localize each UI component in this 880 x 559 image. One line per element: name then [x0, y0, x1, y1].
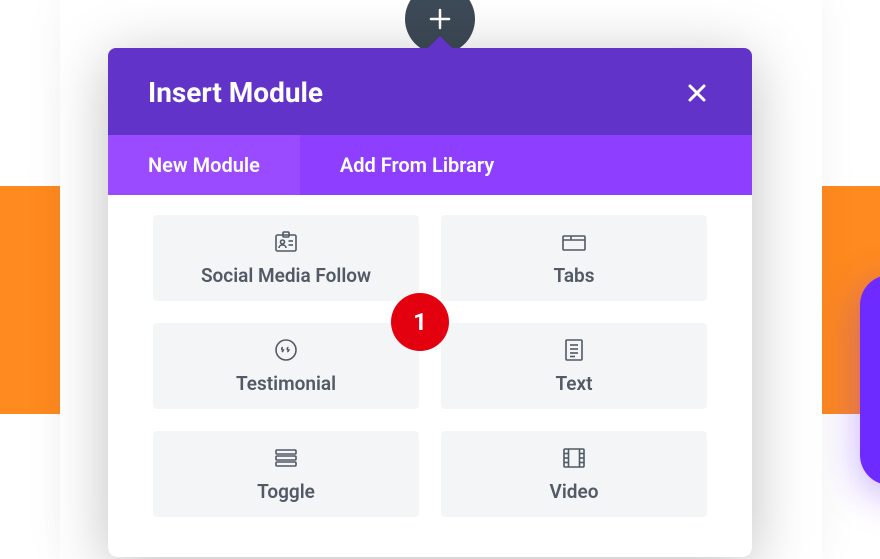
- module-testimonial[interactable]: Testimonial 1: [153, 323, 419, 409]
- tabs-icon: [561, 230, 587, 254]
- plus-icon: [429, 8, 451, 30]
- module-text[interactable]: Text: [441, 323, 707, 409]
- insert-module-modal: Insert Module New Module Add From Librar…: [108, 48, 752, 557]
- id-badge-icon: [274, 230, 298, 254]
- tab-new-module[interactable]: New Module: [108, 135, 300, 195]
- text-document-icon: [564, 338, 584, 362]
- modal-pointer-triangle: [426, 36, 454, 50]
- modal-title: Insert Module: [148, 76, 323, 109]
- module-tabs[interactable]: Tabs: [441, 215, 707, 301]
- module-grid: Social Media Follow Tabs Testimonial: [108, 195, 752, 557]
- module-label: Tabs: [553, 264, 594, 287]
- module-label: Toggle: [257, 480, 315, 503]
- tab-add-from-library[interactable]: Add From Library: [300, 135, 534, 195]
- film-icon: [562, 446, 586, 470]
- quote-icon: [274, 338, 298, 362]
- modal-tabs: New Module Add From Library: [108, 135, 752, 195]
- annotation-badge-1: 1: [391, 293, 449, 351]
- module-label: Social Media Follow: [201, 264, 371, 287]
- toggle-stack-icon: [273, 446, 299, 470]
- module-label: Testimonial: [236, 372, 336, 395]
- module-toggle[interactable]: Toggle: [153, 431, 419, 517]
- close-icon: [686, 82, 708, 104]
- module-label: Text: [555, 372, 592, 395]
- module-social-media-follow[interactable]: Social Media Follow: [153, 215, 419, 301]
- module-label: Video: [550, 480, 599, 503]
- close-button[interactable]: [682, 78, 712, 108]
- right-side-floating-panel[interactable]: [860, 275, 880, 485]
- modal-header: Insert Module: [108, 48, 752, 135]
- module-video[interactable]: Video: [441, 431, 707, 517]
